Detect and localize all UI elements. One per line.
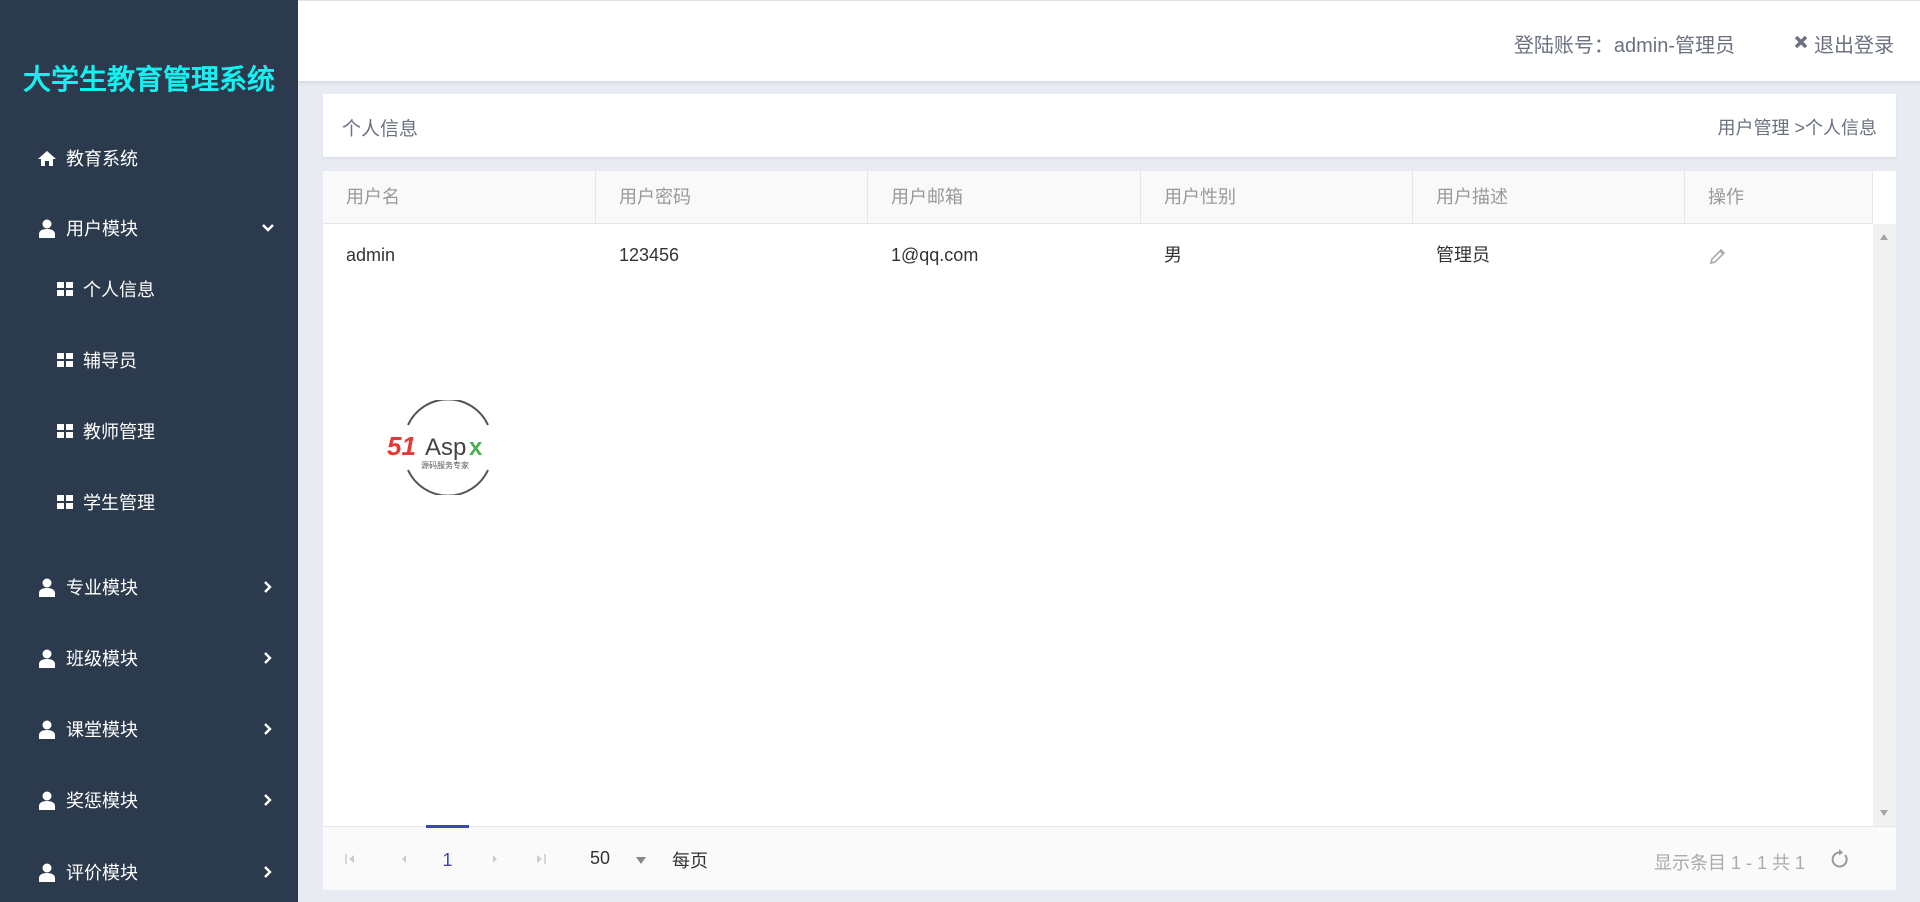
- svg-text:51: 51: [387, 431, 416, 461]
- dropdown-arrow-icon[interactable]: [636, 857, 646, 864]
- pagination: 1 50 每页 显示条目 1 - 1 共 1: [323, 825, 1896, 890]
- column-header-actions: 操作: [1685, 171, 1873, 224]
- sidebar-item-label: 班级模块: [66, 649, 138, 669]
- column-header-gender[interactable]: 用户性别: [1141, 171, 1413, 224]
- sidebar-item-user-module[interactable]: 用户模块: [0, 208, 298, 248]
- chevron-down-icon: [260, 220, 276, 236]
- column-header-description[interactable]: 用户描述: [1413, 171, 1685, 224]
- logout-button[interactable]: 退出登录: [1794, 29, 1894, 58]
- grid-icon: [55, 353, 75, 367]
- svg-text:x: x: [469, 434, 483, 461]
- column-header-username[interactable]: 用户名: [323, 171, 596, 224]
- next-page-icon[interactable]: [491, 849, 499, 870]
- sidebar-item-personal-info[interactable]: 个人信息: [0, 269, 298, 309]
- user-icon: [37, 578, 57, 597]
- sidebar: 大学生教育管理系统 教育系统 用户模块 个人信息 辅导员 教师管理 学生管理 专…: [0, 0, 298, 902]
- sidebar-item-evaluation-module[interactable]: 评价模块: [0, 852, 298, 892]
- close-icon: [1794, 32, 1808, 55]
- sidebar-item-label: 奖惩模块: [66, 791, 138, 811]
- sidebar-item-classroom-module[interactable]: 课堂模块: [0, 709, 298, 749]
- table-row: admin 123456 1@qq.com 男 管理员: [323, 224, 1873, 286]
- table-header: 用户名 用户密码 用户邮箱 用户性别 用户描述 操作: [323, 171, 1873, 224]
- chevron-right-icon: [260, 792, 276, 808]
- sidebar-item-label: 教师管理: [83, 422, 155, 442]
- page-size-select[interactable]: 50: [590, 848, 610, 869]
- sidebar-item-education-system[interactable]: 教育系统: [0, 138, 298, 178]
- user-icon: [37, 720, 57, 739]
- chevron-right-icon: [260, 721, 276, 737]
- prev-page-icon[interactable]: [400, 849, 408, 870]
- grid-icon: [55, 424, 75, 438]
- chevron-right-icon: [260, 579, 276, 595]
- refresh-icon[interactable]: [1830, 848, 1850, 875]
- scroll-down-icon[interactable]: [1880, 810, 1888, 816]
- column-header-password[interactable]: 用户密码: [596, 171, 868, 224]
- vertical-scrollbar[interactable]: [1873, 224, 1896, 826]
- sidebar-item-class-module[interactable]: 班级模块: [0, 638, 298, 678]
- chevron-right-icon: [260, 650, 276, 666]
- sidebar-item-label: 课堂模块: [66, 720, 138, 740]
- sidebar-item-label: 专业模块: [66, 578, 138, 598]
- sidebar-item-label: 学生管理: [83, 493, 155, 513]
- grid-icon: [55, 495, 75, 509]
- login-account: 登陆账号：admin-管理员: [1513, 35, 1735, 57]
- app-title: 大学生教育管理系统: [22, 64, 275, 95]
- cell-email: 1@qq.com: [891, 245, 979, 265]
- cell-gender: 男: [1164, 245, 1182, 265]
- svg-text:Asp: Asp: [425, 434, 466, 461]
- sidebar-item-teacher-management[interactable]: 教师管理: [0, 411, 298, 451]
- sidebar-item-major-module[interactable]: 专业模块: [0, 567, 298, 607]
- sidebar-item-reward-module[interactable]: 奖惩模块: [0, 780, 298, 820]
- sidebar-item-counselor[interactable]: 辅导员: [0, 340, 298, 380]
- first-page-icon[interactable]: [345, 849, 355, 870]
- user-icon: [37, 649, 57, 668]
- scroll-up-icon[interactable]: [1880, 234, 1888, 240]
- svg-text:源码服务专家: 源码服务专家: [421, 460, 469, 470]
- logout-label: 退出登录: [1814, 35, 1894, 57]
- sidebar-item-student-management[interactable]: 学生管理: [0, 482, 298, 522]
- pagination-info: 显示条目 1 - 1 共 1: [1653, 853, 1805, 873]
- chevron-right-icon: [260, 864, 276, 880]
- breadcrumb: 用户管理 >个人信息: [1717, 118, 1877, 138]
- cell-username: admin: [346, 245, 396, 265]
- page-header-card: 个人信息 用户管理 >个人信息: [323, 94, 1896, 157]
- sidebar-item-label: 评价模块: [66, 863, 138, 883]
- user-table: 用户名 用户密码 用户邮箱 用户性别 用户描述 操作 admin 123456 …: [323, 171, 1896, 890]
- per-page-label: 每页: [672, 851, 708, 871]
- sidebar-item-label: 教育系统: [66, 149, 138, 169]
- cell-description: 管理员: [1436, 245, 1490, 265]
- user-icon: [37, 791, 57, 810]
- grid-icon: [55, 282, 75, 296]
- sidebar-item-label: 用户模块: [66, 219, 138, 239]
- user-icon: [37, 863, 57, 882]
- cell-password: 123456: [619, 245, 680, 265]
- page-title: 个人信息: [342, 119, 419, 140]
- sidebar-item-label: 个人信息: [83, 280, 155, 300]
- user-icon: [37, 219, 57, 238]
- top-header: 登陆账号：admin-管理员 退出登录: [298, 0, 1920, 81]
- 51aspx-watermark-logo: 51 Asp x 源码服务专家: [383, 398, 513, 497]
- home-icon: [37, 150, 57, 167]
- sidebar-item-label: 辅导员: [83, 351, 137, 371]
- page-button-1[interactable]: 1: [426, 825, 469, 889]
- column-header-email[interactable]: 用户邮箱: [868, 171, 1141, 224]
- edit-icon[interactable]: [1708, 246, 1728, 266]
- last-page-icon[interactable]: [536, 849, 546, 870]
